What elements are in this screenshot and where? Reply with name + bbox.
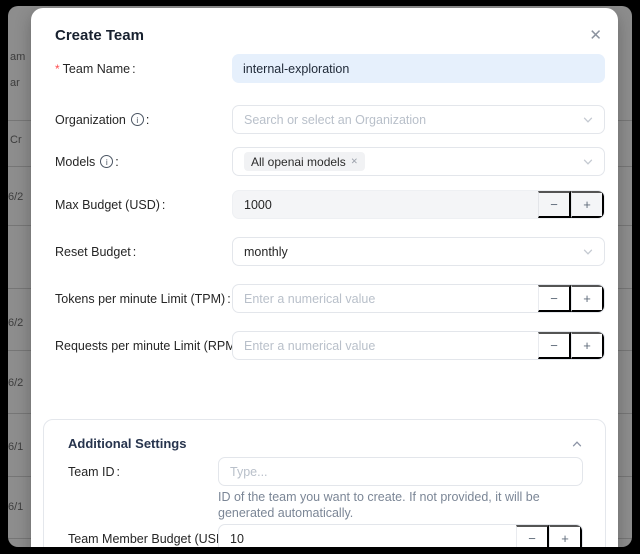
team-member-budget-stepper: − + <box>218 524 583 547</box>
reset-budget-row: Reset Budget : monthly <box>55 237 605 266</box>
increment-button[interactable]: + <box>571 191 604 218</box>
team-name-row: * Team Name : <box>55 54 605 83</box>
decrement-button[interactable]: − <box>538 191 571 218</box>
models-row: Models i : All openai models ✕ <box>55 147 605 176</box>
team-id-row: Team ID : <box>68 457 583 486</box>
team-id-help-text: ID of the team you want to create. If no… <box>218 490 583 521</box>
info-icon[interactable]: i <box>131 113 144 126</box>
team-member-budget-row: Team Member Budget (USD) ? : − + <box>68 524 583 547</box>
team-name-input[interactable] <box>232 54 605 83</box>
team-member-budget-label: Team Member Budget (USD) ? : <box>68 532 218 546</box>
rpm-row: Requests per minute Limit (RPM) : − + <box>55 331 605 360</box>
increment-button[interactable]: + <box>549 525 582 547</box>
background-text-fragment: Cr <box>10 134 22 146</box>
background-text-fragment: ar <box>10 77 20 89</box>
max-budget-input[interactable] <box>233 191 538 218</box>
team-id-label: Team ID : <box>68 465 218 479</box>
organization-select[interactable]: Search or select an Organization <box>232 105 605 134</box>
model-tag: All openai models ✕ <box>244 152 365 171</box>
tpm-input[interactable] <box>233 285 538 312</box>
max-budget-label: Max Budget (USD) : <box>55 198 232 212</box>
rpm-input[interactable] <box>233 332 538 359</box>
modal-title: Create Team <box>55 25 605 46</box>
tpm-row: Tokens per minute Limit (TPM) : − + <box>55 284 605 313</box>
tpm-stepper: − + <box>232 284 605 313</box>
info-icon[interactable]: i <box>100 155 113 168</box>
organization-row: Organization i : Search or select an Org… <box>55 105 605 134</box>
background-text-fragment: 6/2 <box>8 191 23 203</box>
max-budget-row: Max Budget (USD) : − + <box>55 190 605 219</box>
models-select[interactable]: All openai models ✕ <box>232 147 605 176</box>
rpm-label: Requests per minute Limit (RPM) : <box>55 339 232 353</box>
background-text-fragment: 6/2 <box>8 377 23 389</box>
team-id-input[interactable] <box>218 457 583 486</box>
models-label: Models i : <box>55 155 232 169</box>
decrement-button[interactable]: − <box>538 285 571 312</box>
chevron-up-icon <box>571 438 583 450</box>
rpm-stepper: − + <box>232 331 605 360</box>
increment-button[interactable]: + <box>571 285 604 312</box>
additional-settings-header[interactable]: Additional Settings <box>68 436 583 451</box>
increment-button[interactable]: + <box>571 332 604 359</box>
chevron-down-icon <box>582 114 594 126</box>
background-text-fragment: 6/2 <box>8 317 23 329</box>
organization-label: Organization i : <box>55 113 232 127</box>
max-budget-stepper: − + <box>232 190 605 219</box>
tpm-label: Tokens per minute Limit (TPM) : <box>55 292 232 306</box>
background-text-fragment: am <box>10 51 25 63</box>
decrement-button[interactable]: − <box>538 332 571 359</box>
background-text-fragment: 6/1 <box>8 441 23 453</box>
additional-settings-title: Additional Settings <box>68 436 186 451</box>
screen: am ar Cr 6/2 6/2 6/2 6/1 6/1 Create Team… <box>0 0 640 554</box>
decrement-button[interactable]: − <box>516 525 549 547</box>
modal-header: Create Team ✕ <box>55 25 605 46</box>
background-text-fragment: 6/1 <box>8 501 23 513</box>
create-team-modal: Create Team ✕ * Team Name : Organization… <box>31 8 618 547</box>
additional-settings-panel: Additional Settings Team ID : ID of the <box>43 419 606 547</box>
modal-mask[interactable]: am ar Cr 6/2 6/2 6/2 6/1 6/1 Create Team… <box>8 6 632 547</box>
required-asterisk: * <box>55 62 60 76</box>
reset-budget-label: Reset Budget : <box>55 245 232 259</box>
tag-remove-icon[interactable]: ✕ <box>351 157 358 166</box>
close-icon[interactable]: ✕ <box>589 25 602 46</box>
team-member-budget-input[interactable] <box>219 525 516 547</box>
reset-budget-select[interactable]: monthly <box>232 237 605 266</box>
chevron-down-icon <box>582 246 594 258</box>
chevron-down-icon <box>582 156 594 168</box>
team-name-label: * Team Name : <box>55 62 232 76</box>
